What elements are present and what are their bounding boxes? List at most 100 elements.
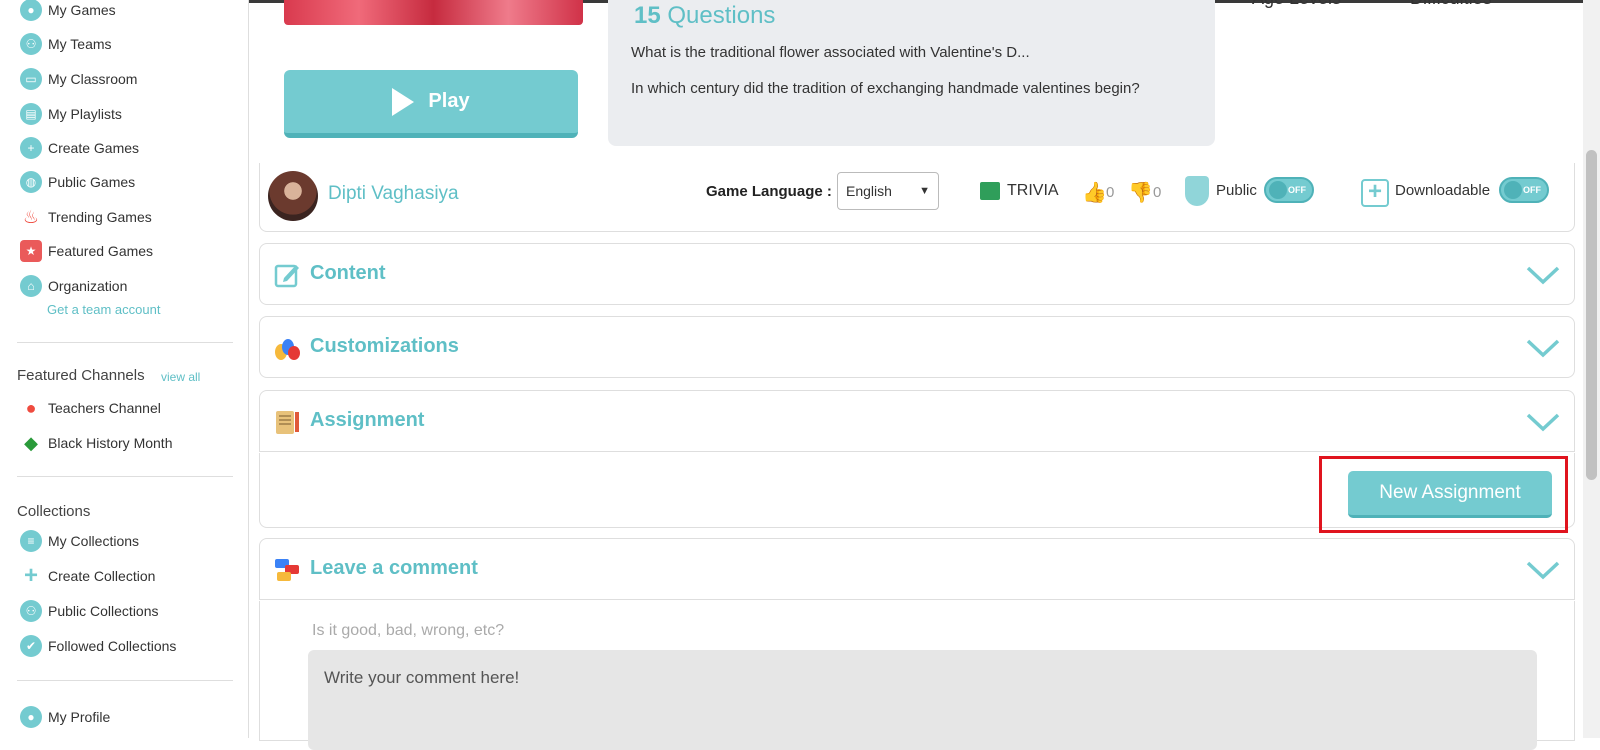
sidebar-item-my-playlists[interactable]: ▤ My Playlists [20, 101, 122, 127]
sidebar-divider [17, 342, 233, 343]
play-button[interactable]: Play [284, 70, 578, 138]
question-count: 15 [634, 2, 661, 29]
team-icon: ⚇ [20, 33, 42, 55]
sidebar-item-featured-games[interactable]: ★ Featured Games [20, 238, 153, 264]
sidebar-item-label: My Playlists [48, 106, 122, 122]
team-account-link[interactable]: Get a team account [47, 302, 160, 317]
play-label: Play [428, 90, 470, 112]
view-all-link[interactable]: view all [161, 370, 200, 384]
game-type: TRIVIA [980, 182, 1059, 200]
sidebar-item-trending-games[interactable]: ♨ Trending Games [20, 204, 152, 230]
customizations-panel-header[interactable]: Customizations [259, 316, 1575, 378]
game-thumbnail [284, 0, 583, 25]
star-icon: ★ [20, 240, 42, 262]
globe-icon: ◍ [20, 171, 42, 193]
toggle-state: OFF [1288, 185, 1306, 195]
shield-icon [1185, 176, 1209, 206]
sidebar-item-followed-collections[interactable]: ✔ Followed Collections [20, 633, 176, 659]
sidebar-item-label: Followed Collections [48, 638, 177, 654]
sidebar: ● My Games ⚇ My Teams ▭ My Classroom ▤ M… [0, 0, 249, 738]
play-icon [392, 87, 415, 116]
sidebar-item-label: My Classroom [48, 71, 138, 87]
comment-title: Leave a comment [310, 557, 478, 579]
downloadable-toggle[interactable]: OFF [1499, 177, 1549, 203]
sidebar-divider [17, 680, 233, 681]
public-toggle[interactable]: OFF [1264, 177, 1314, 203]
paint-drops-icon [275, 339, 300, 360]
author-name[interactable]: Dipti Vaghasiya [328, 183, 459, 205]
channel-black-history[interactable]: ◆ Black History Month [20, 430, 172, 456]
flame-icon: ♨ [22, 206, 40, 227]
content-panel-header[interactable]: Content [259, 243, 1575, 305]
sidebar-item-my-classroom[interactable]: ▭ My Classroom [20, 66, 137, 92]
channel-teachers[interactable]: ● Teachers Channel [20, 395, 161, 421]
sidebar-item-label: My Profile [48, 709, 111, 725]
public-label: Public [1216, 182, 1257, 199]
sidebar-item-public-games[interactable]: ◍ Public Games [20, 169, 135, 195]
sidebar-item-public-collections[interactable]: ⚇ Public Collections [20, 598, 159, 624]
questions-count-title: 15 Questions [634, 2, 775, 30]
thumbs-down-icon[interactable]: 👎 [1128, 180, 1153, 205]
edit-icon [274, 264, 299, 288]
chevron-down-icon [1526, 561, 1560, 580]
comment-panel-header[interactable]: Leave a comment [259, 538, 1575, 600]
sidebar-item-label: My Collections [48, 533, 140, 549]
sidebar-item-label: Featured Games [48, 243, 154, 259]
chevron-down-icon: ▼ [919, 185, 930, 197]
sidebar-item-label: Black History Month [48, 435, 173, 451]
assignment-panel-header[interactable]: Assignment [259, 390, 1575, 452]
download-plus-icon: + [1361, 179, 1389, 207]
question-preview-item: What is the traditional flower associate… [631, 44, 1030, 61]
sidebar-item-my-collections[interactable]: ≡ My Collections [20, 528, 139, 554]
game-language-label: Game Language : [706, 183, 832, 200]
assignment-title: Assignment [310, 409, 425, 431]
people-icon: ⚇ [20, 600, 42, 622]
game-type-label: TRIVIA [1007, 182, 1059, 199]
sidebar-item-create-collection[interactable]: + Create Collection [20, 562, 155, 589]
sidebar-item-my-games[interactable]: ● My Games [20, 0, 116, 23]
sidebar-item-label: My Games [48, 2, 116, 18]
list-icon: ≡ [20, 530, 42, 552]
collections-heading: Collections [17, 503, 91, 520]
comment-textarea[interactable]: Write your comment here! [308, 650, 1537, 750]
likes-count: 0 [1106, 184, 1115, 201]
toggle-state: OFF [1523, 185, 1541, 195]
avatar[interactable] [268, 171, 318, 221]
classroom-icon: ▭ [20, 68, 42, 90]
featured-channels-heading: Featured Channels [17, 367, 145, 384]
thumbs-up-icon[interactable]: 👍 [1082, 180, 1107, 205]
sidebar-item-my-profile[interactable]: ● My Profile [20, 704, 110, 730]
customizations-title: Customizations [310, 335, 459, 357]
game-language-select[interactable]: English ▼ [837, 172, 939, 210]
new-assignment-button[interactable]: New Assignment [1348, 471, 1552, 518]
scrollbar-thumb[interactable] [1586, 150, 1597, 480]
sidebar-item-organization[interactable]: ⌂ Organization [20, 273, 127, 299]
user-circle-icon: ● [20, 0, 42, 21]
dislikes-count: 0 [1153, 184, 1162, 201]
age-levels-label: Age Levels [1252, 0, 1341, 9]
question-preview-item: In which century did the tradition of ex… [631, 80, 1140, 97]
downloadable-label: Downloadable [1395, 182, 1491, 199]
sidebar-item-my-teams[interactable]: ⚇ My Teams [20, 31, 112, 57]
sidebar-item-label: Public Games [48, 174, 136, 190]
user-circle-icon: ● [20, 706, 42, 728]
game-meta-bar: Dipti Vaghasiya Game Language : English … [259, 163, 1575, 232]
comment-area: Is it good, bad, wrong, etc? Write your … [259, 601, 1575, 750]
sidebar-item-label: Public Collections [48, 603, 159, 619]
language-value: English [846, 183, 892, 199]
sidebar-item-label: Teachers Channel [48, 400, 161, 416]
toggle-knob [1269, 181, 1287, 199]
sidebar-divider [17, 476, 233, 477]
sidebar-item-create-games[interactable]: + Create Games [20, 135, 139, 161]
notebook-icon [276, 411, 299, 434]
sidebar-item-label: Trending Games [48, 209, 152, 225]
toggle-knob [1504, 181, 1522, 199]
apple-icon: ● [25, 397, 37, 418]
africa-icon: ◆ [24, 432, 38, 453]
organization-icon: ⌂ [20, 275, 42, 297]
playlist-icon: ▤ [20, 103, 42, 125]
questions-word: Questions [667, 2, 776, 29]
difficulties-label: Difficulties [1410, 0, 1492, 9]
plus-icon: + [23, 562, 38, 589]
comment-hint: Is it good, bad, wrong, etc? [312, 622, 505, 639]
